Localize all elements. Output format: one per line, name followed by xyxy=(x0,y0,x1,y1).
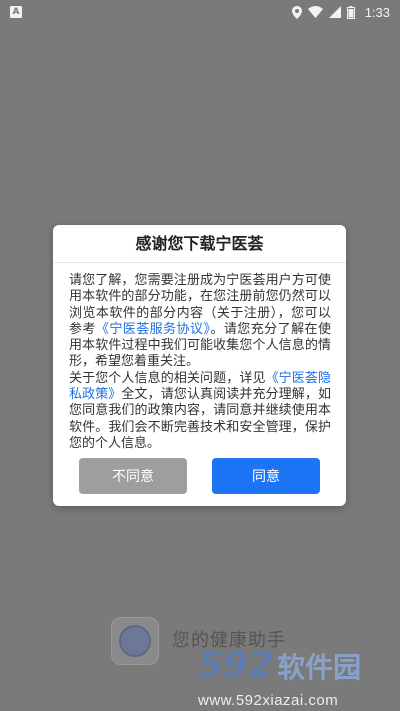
dialog-paragraph-1: 请您了解，您需要注册成为宁医荟用户方可使用本软件的部分功能，在您注册前您仍然可以… xyxy=(69,273,331,371)
app-logo xyxy=(111,617,159,665)
disagree-button[interactable]: 不同意 xyxy=(79,458,187,494)
battery-icon xyxy=(346,5,355,19)
watermark: 592 软件园 www.592xiazai.com xyxy=(198,648,394,710)
status-time: 1:33 xyxy=(364,4,390,20)
signal-icon xyxy=(328,6,341,18)
watermark-logo: 592 软件园 xyxy=(198,648,394,686)
dialog-paragraph-2: 关于您个人信息的相关问题，详见《宁医荟隐私政策》全文，请您认真阅读并充分理解，如… xyxy=(69,371,331,452)
app-logo-emblem xyxy=(119,625,151,657)
app-notification-icon: A xyxy=(10,6,22,18)
status-bar: A 1:33 xyxy=(0,0,400,24)
agree-button[interactable]: 同意 xyxy=(212,458,320,494)
dialog-body: 请您了解，您需要注册成为宁医荟用户方可使用本软件的部分功能，在您注册前您仍然可以… xyxy=(69,273,331,452)
service-agreement-link[interactable]: 《宁医荟服务协议》 xyxy=(96,322,211,337)
status-right: 1:33 xyxy=(291,4,390,20)
paragraph-2-text: 关于您个人信息的相关问题，详见 xyxy=(69,370,266,386)
dialog-title: 感谢您下载宁医荟 xyxy=(53,225,346,263)
watermark-logo-number: 592 xyxy=(198,645,274,686)
watermark-logo-name: 软件园 xyxy=(277,651,362,684)
privacy-dialog: 感谢您下载宁医荟 请您了解，您需要注册成为宁医荟用户方可使用本软件的部分功能，在… xyxy=(53,225,346,506)
status-left: A xyxy=(10,6,22,18)
wifi-icon xyxy=(307,6,323,18)
location-icon xyxy=(291,5,302,19)
watermark-url: www.592xiazai.com xyxy=(198,692,339,709)
